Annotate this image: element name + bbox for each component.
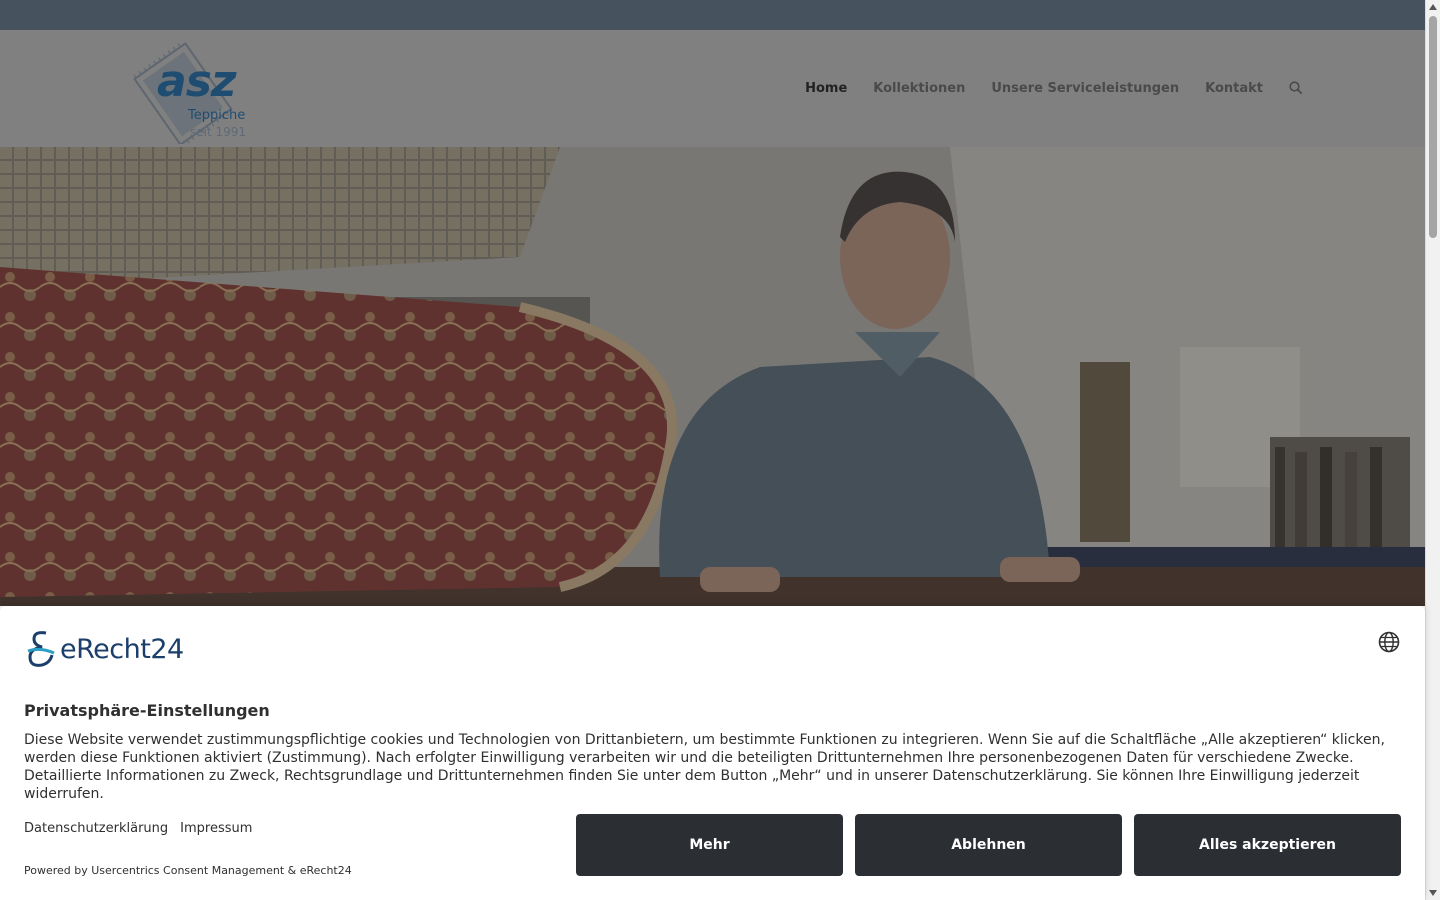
scrollbar-thumb[interactable] <box>1429 16 1437 238</box>
search-icon[interactable] <box>1289 80 1305 96</box>
nav-home[interactable]: Home <box>805 81 847 96</box>
globe-icon[interactable] <box>1378 631 1400 653</box>
deny-button[interactable]: Ablehnen <box>855 814 1122 876</box>
consent-brand-name: eRecht24 <box>60 633 184 665</box>
consent-description: Diese Website verwendet zustimmungspflic… <box>24 732 1385 802</box>
erecht24-symbol-icon <box>27 631 55 667</box>
consent-title: Privatsphäre-Einstellungen <box>24 701 270 720</box>
top-strip <box>0 0 1425 30</box>
imprint-link[interactable]: Impressum <box>180 821 252 836</box>
site-logo[interactable]: asz Teppiche seit 1991 <box>122 36 252 144</box>
scroll-up-arrow-icon[interactable] <box>1429 4 1437 10</box>
accept-all-button[interactable]: Alles akzeptieren <box>1134 814 1401 876</box>
nav-kontakt[interactable]: Kontakt <box>1205 81 1263 96</box>
site-header: asz Teppiche seit 1991 Home Kollektionen… <box>0 30 1425 147</box>
powered-by-text: Powered by Usercentrics Consent Manageme… <box>24 864 352 877</box>
more-button[interactable]: Mehr <box>576 814 843 876</box>
logo-subtitle: Teppiche <box>188 108 246 123</box>
privacy-policy-link[interactable]: Datenschutzerklärung <box>24 821 168 836</box>
cookie-consent-banner: eRecht24 Privatsphäre-Einstellungen Dies… <box>0 606 1425 900</box>
scroll-down-arrow-icon[interactable] <box>1429 890 1437 896</box>
nav-kollektionen[interactable]: Kollektionen <box>873 81 965 96</box>
nav-serviceleistungen[interactable]: Unsere Serviceleistungen <box>991 81 1179 96</box>
main-nav: Home Kollektionen Unsere Serviceleistung… <box>805 80 1305 96</box>
logo-since: seit 1991 <box>190 125 247 139</box>
consent-brand-logo: eRecht24 <box>24 629 184 669</box>
consent-links: Datenschutzerklärung Impressum <box>24 821 252 836</box>
hero-image <box>0 147 1425 606</box>
page-scrollbar[interactable] <box>1425 0 1440 900</box>
logo-wordmark: asz <box>157 56 236 107</box>
